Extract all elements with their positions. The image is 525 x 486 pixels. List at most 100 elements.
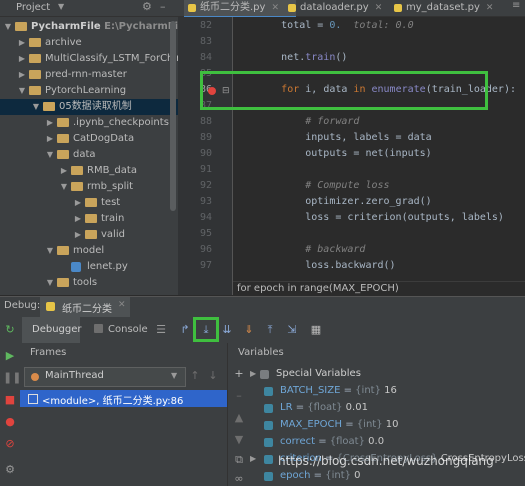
tree-item-label: CatDogData — [73, 133, 135, 144]
code-line[interactable]: # Compute loss — [233, 178, 389, 194]
debug-session-tab[interactable]: 纸币二分类 ✕ — [40, 297, 130, 319]
chevron-right-icon[interactable]: ▶ — [18, 67, 26, 83]
up-icon[interactable]: ↑ — [188, 369, 202, 383]
show-values-icon[interactable]: ∞ — [232, 472, 246, 486]
code-line[interactable]: total = 0. total: 0.0 — [233, 18, 413, 34]
layout-icon[interactable]: ☰ — [154, 323, 168, 337]
remove-watch-icon[interactable]: – — [232, 389, 246, 403]
code-line[interactable]: optimizer.zero_grad() — [233, 194, 431, 210]
tree-item[interactable]: ▼ tools — [0, 275, 178, 291]
settings-icon[interactable]: ⚙ — [3, 463, 17, 477]
tree-item[interactable]: lenet.py — [0, 259, 178, 275]
settings-icon[interactable]: ⚙ — [142, 0, 152, 13]
close-icon[interactable]: ✕ — [271, 3, 279, 13]
tree-item[interactable]: ▶ test — [0, 195, 178, 211]
variable-name: correct — [280, 436, 316, 447]
dropdown-icon[interactable]: ▼ — [58, 2, 64, 11]
chevron-right-icon[interactable]: ▶ — [46, 115, 54, 131]
variable-icon — [264, 387, 273, 396]
tree-item[interactable]: ▼ PycharmFile E:\PycharmFile — [0, 19, 178, 35]
chevron-right-icon[interactable]: ▶ — [74, 211, 82, 227]
close-icon[interactable]: ✕ — [375, 3, 383, 13]
chevron-right-icon[interactable]: ▶ — [18, 35, 26, 51]
code-line[interactable]: inputs, labels = data — [233, 130, 432, 146]
tree-scrollbar[interactable] — [170, 21, 176, 211]
pause-icon[interactable]: ❚❚ — [3, 371, 21, 385]
chevron-down-icon[interactable]: ▼ — [46, 243, 54, 259]
code-token: inputs, labels = data — [233, 132, 432, 143]
move-down-icon[interactable]: ▼ — [232, 433, 246, 447]
chevron-down-icon[interactable]: ▼ — [4, 19, 12, 35]
chevron-down-icon[interactable]: ▼ — [46, 275, 54, 291]
folder-icon — [85, 230, 97, 239]
close-icon[interactable]: ✕ — [486, 3, 494, 13]
thread-select[interactable]: MainThread ▼ — [24, 367, 186, 387]
code-token: train — [305, 52, 336, 63]
evaluate-expression-icon[interactable]: ▦ — [309, 323, 323, 337]
tree-item[interactable]: ▼ model — [0, 243, 178, 259]
code-line[interactable]: loss = criterion(outputs, labels) — [233, 210, 504, 226]
close-icon[interactable]: ✕ — [118, 300, 126, 310]
code-token: # backward — [233, 244, 366, 255]
tree-item[interactable]: ▼ rmb_split — [0, 179, 178, 195]
code-line[interactable]: # forward — [233, 114, 359, 130]
frame-row[interactable]: <module>, 纸币二分类.py:86 — [20, 390, 227, 407]
add-watch-icon[interactable]: + — [232, 367, 246, 381]
code-token: net. — [233, 52, 306, 63]
resume-icon[interactable]: ▶ — [3, 349, 17, 363]
chevron-right-icon[interactable]: ▶ — [18, 51, 26, 67]
view-breakpoints-icon[interactable]: ● — [3, 415, 17, 429]
down-icon[interactable]: ↓ — [206, 369, 220, 383]
chevron-right-icon[interactable]: ▶ — [74, 227, 82, 243]
chevron-right-icon[interactable]: ▶ — [74, 195, 82, 211]
chevron-right-icon[interactable]: ▶ — [250, 366, 256, 382]
debugger-tab[interactable]: Debugger — [22, 317, 82, 345]
tabs-overflow-icon[interactable]: ≡ — [512, 0, 520, 11]
tree-item[interactable]: ▶ MultiClassify_LSTM_ForChinese — [0, 51, 178, 67]
code-editor[interactable]: total = 0. total: 0.0 net.train() for i,… — [233, 17, 525, 295]
tab-file-1[interactable]: 纸币二分类.py ✕ — [184, 0, 296, 18]
chevron-down-icon[interactable]: ▼ — [60, 179, 68, 195]
tab-file-3[interactable]: my_dataset.py ✕ — [390, 0, 516, 16]
step-out-icon[interactable]: ⤒ — [263, 323, 277, 337]
step-into-my-code-icon[interactable]: ⇓ — [242, 323, 256, 337]
copy-icon[interactable]: ⧉ — [232, 453, 246, 467]
tree-item[interactable]: ▼ data — [0, 147, 178, 163]
chevron-right-icon[interactable]: ▶ — [250, 451, 256, 467]
chevron-right-icon[interactable]: ▶ — [60, 163, 68, 179]
project-view-label[interactable]: Project — [16, 0, 50, 16]
code-line[interactable]: outputs = net(inputs) — [233, 146, 431, 162]
run-to-cursor-icon[interactable]: ⇲ — [285, 323, 299, 337]
special-variables-icon — [260, 370, 269, 379]
tree-item-label: MultiClassify_LSTM_ForChinese — [45, 53, 178, 64]
step-into-icon[interactable]: ⇊ — [220, 323, 234, 337]
move-up-icon[interactable]: ▲ — [232, 411, 246, 425]
breadcrumb[interactable]: for epoch in range(MAX_EPOCH) — [233, 281, 525, 296]
chevron-down-icon[interactable]: ▼ — [18, 83, 26, 99]
tree-item[interactable]: ▼ PytorchLearning — [0, 83, 178, 99]
tree-item[interactable]: ▶ pred-rnn-master — [0, 67, 178, 83]
tree-item[interactable]: ▶ archive — [0, 35, 178, 51]
hide-icon[interactable]: – — [160, 0, 166, 13]
code-line[interactable]: loss.backward() — [233, 258, 395, 274]
tree-item[interactable]: ▶ train — [0, 211, 178, 227]
chevron-right-icon[interactable]: ▶ — [46, 131, 54, 147]
tree-item[interactable]: ▼ 05数据读取机制 — [0, 99, 178, 115]
chevron-down-icon[interactable]: ▼ — [46, 147, 54, 163]
tree-item[interactable]: ▶ CatDogData — [0, 131, 178, 147]
stop-icon[interactable]: ■ — [3, 393, 17, 407]
tree-item[interactable]: ▶ valid — [0, 227, 178, 243]
tree-item[interactable]: ▶ .ipynb_checkpoints — [0, 115, 178, 131]
folder-icon — [57, 150, 69, 159]
chevron-down-icon[interactable]: ▼ — [32, 99, 40, 115]
console-tab[interactable]: Console — [108, 324, 148, 335]
line-number: 89 — [199, 132, 212, 143]
code-line[interactable]: # backward — [233, 242, 365, 258]
folder-icon — [85, 198, 97, 207]
show-execution-point-icon[interactable]: ↱ — [178, 323, 192, 337]
mute-breakpoints-icon[interactable]: ⊘ — [3, 437, 17, 451]
code-line[interactable]: net.train() — [233, 50, 347, 66]
rerun-icon[interactable]: ↻ — [3, 323, 17, 337]
tree-item[interactable]: ▶ RMB_data — [0, 163, 178, 179]
tab-file-2[interactable]: dataloader.py ✕ — [284, 0, 400, 16]
